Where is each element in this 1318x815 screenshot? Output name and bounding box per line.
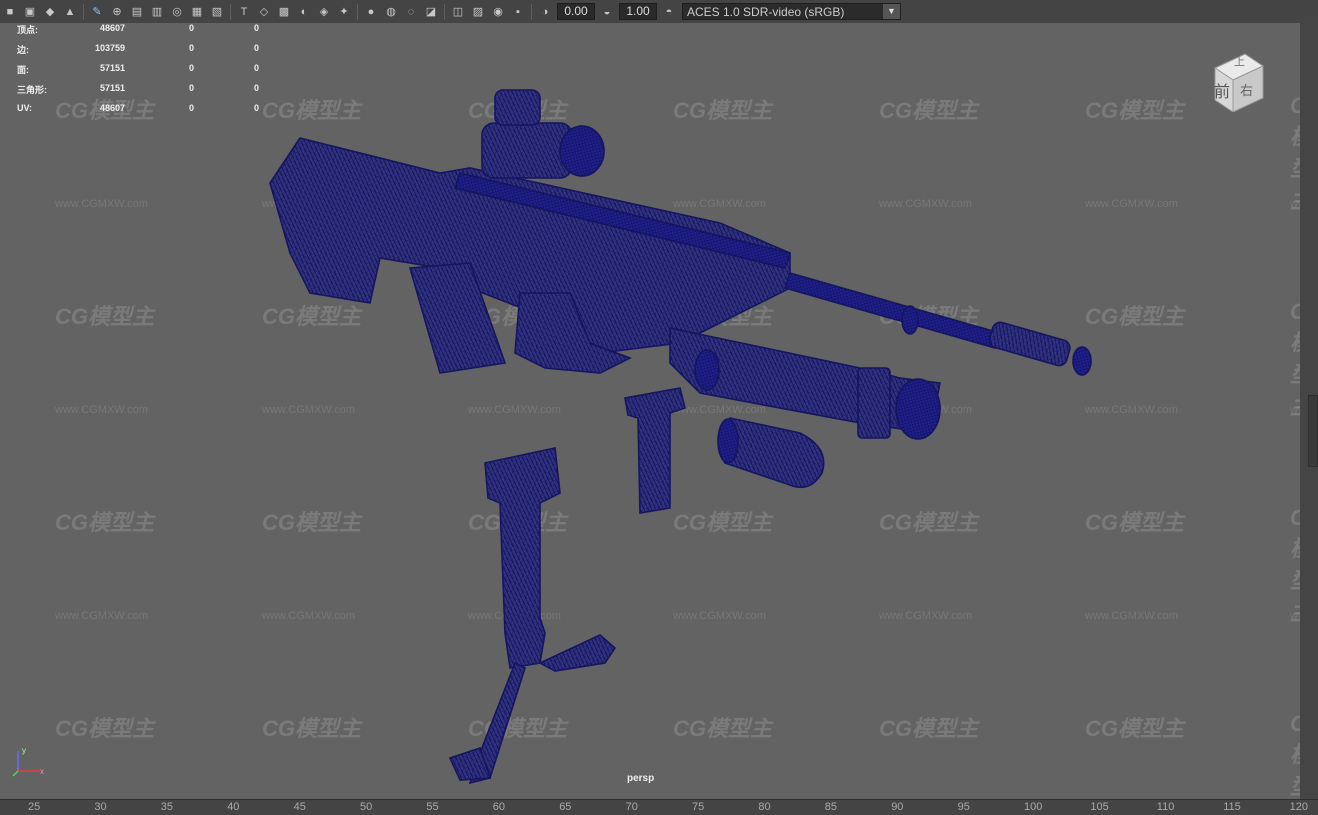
motion-blur-icon[interactable]: ◍ [382,3,400,21]
hud-comp: 0 [253,63,259,73]
timeline-tick-label: 90 [891,801,904,813]
isolate-select-icon[interactable]: ◫ [449,3,467,21]
default-material-icon[interactable]: ▩ [275,3,293,21]
color-space-label: ACES 1.0 SDR-video (sRGB) [687,5,845,19]
view-cube[interactable]: 上 前 右 [1207,50,1269,113]
viewport-toolbar: ■ ▣ ◆ ▲ ✎ ⊕ ▤ ▥ ◎ ▦ ▧ T ◇ ▩ ◐ ◈ ✦ ● ◍ ◌ ◪ ◫ ▨ ◉ ▪ ◑ 0.00 ◒ 1.00 ◓ ACES… [0,0,1318,24]
wireframe-icon[interactable]: T [235,3,253,21]
bookmark-icon[interactable]: ◆ [41,3,59,21]
hud-label: 顶点: [17,25,38,35]
hud-sel: 0 [188,23,194,33]
timeline-tick-label: 50 [360,801,373,813]
image-plane-icon[interactable]: ▲ [61,3,79,21]
safe-action-icon[interactable]: ▦ [188,3,206,21]
depth-of-field-icon[interactable]: ◪ [422,3,440,21]
hud-comp: 0 [253,23,259,33]
hud-value: 48607 [99,103,125,113]
timeline-tick-label: 120 [1289,801,1308,813]
timeline-tick-label: 105 [1090,801,1109,813]
hud-value: 57151 [99,83,125,93]
toolbar-separator [531,3,532,20]
view-cube-top-label[interactable]: 上 [1234,53,1245,69]
grenade-mesh [717,417,825,489]
timeline-tick-label: 110 [1156,801,1175,813]
anti-aliasing-icon[interactable]: ◌ [402,3,420,21]
hud-sel: 0 [188,83,194,93]
panel-scroll-marker[interactable] [1308,395,1318,467]
ambient-occlusion-icon[interactable]: ● [362,3,380,21]
hud-value: 57151 [99,63,125,73]
timeline-tick-label: 100 [1024,801,1043,813]
hud-comp: 0 [253,103,259,113]
xray-joints-icon[interactable]: ◉ [489,3,507,21]
toolbar-separator [357,3,358,20]
shadows-icon[interactable]: ✦ [335,3,353,21]
hud-sel: 0 [188,63,194,73]
field-chart-icon[interactable]: ◎ [168,3,186,21]
axis-gizmo: y x [12,746,44,777]
gamma-icon[interactable]: ◒ [598,3,616,21]
model-wireframe [269,89,1092,785]
hud-label: 三角形: [17,85,47,95]
color-space-dropdown[interactable]: ACES 1.0 SDR-video (sRGB) ▼ [682,3,901,20]
rifle-mesh [269,89,1092,440]
exposure-icon[interactable]: ◑ [536,3,554,21]
timeline-tick-label: 75 [692,801,705,813]
chevron-down-icon[interactable]: ▼ [883,4,900,19]
toolbar-separator [83,3,84,20]
hud-comp: 0 [253,83,259,93]
safe-title-icon[interactable]: ▧ [208,3,226,21]
hud-value: 48607 [99,23,125,33]
toolbar-separator [444,3,445,20]
timeline-tick-label: 25 [28,801,41,813]
toolbar-separator [230,3,231,20]
backface-icon[interactable]: ▪ [509,3,527,21]
textured-icon[interactable]: ◐ [295,3,313,21]
gamma-field[interactable]: 1.00 [619,3,657,20]
timeline-tick-label: 95 [957,801,970,813]
hud-label: UV: [17,103,33,113]
right-panel-edge [1300,23,1318,799]
camera-select-icon[interactable]: ■ [1,3,19,21]
xray-icon[interactable]: ▨ [469,3,487,21]
resolution-gate-icon[interactable]: ▤ [128,3,146,21]
bipod-grip-mesh [448,447,617,785]
timeline-tick-label: 60 [492,801,506,813]
camera-label: persp [627,773,655,784]
view-cube-right-label[interactable]: 右 [1240,80,1253,99]
use-all-lights-icon[interactable]: ◈ [315,3,333,21]
view-cube-front-label[interactable]: 前 [1214,78,1230,102]
time-slider-ruler[interactable]: 25 30 35 40 45 50 55 60 65 70 75 80 85 90 95 100 105 110 1… [0,799,1318,815]
hud-value: 103759 [94,43,125,53]
grid-icon[interactable]: ✎ [88,3,106,21]
timeline-tick-label: 40 [227,801,240,813]
hud-label: 面: [17,65,29,75]
hud-sel: 0 [188,103,194,113]
timeline-tick-label: 85 [824,801,838,813]
hud-label: 边: [17,45,29,55]
timeline-tick-label: 30 [94,801,107,813]
svg-text:y: y [22,746,26,755]
timeline-tick-label: 35 [160,801,174,813]
timeline-tick-label: 45 [293,801,306,813]
gate-mask-icon[interactable]: ▥ [148,3,166,21]
smooth-shade-icon[interactable]: ◇ [255,3,273,21]
viewport-persp[interactable]: CG模型主www.CGMXW.comCG模型主www.CGMXW.comCG模型… [0,23,1300,799]
color-management-icon[interactable]: ◓ [660,3,678,21]
hud-comp: 0 [253,43,259,53]
timeline-tick-label: 65 [559,801,572,813]
exposure-field[interactable]: 0.00 [557,3,595,20]
timeline-tick-label: 55 [426,801,439,813]
hud-sel: 0 [188,43,194,53]
camera-attributes-icon[interactable]: ▣ [21,3,39,21]
vertical-grip-mesh [624,387,686,514]
timeline-tick-label: 115 [1223,801,1241,813]
timeline-tick-label: 80 [758,801,771,813]
svg-text:x: x [40,767,44,776]
film-gate-icon[interactable]: ⊕ [108,3,126,21]
timeline-tick-label: 70 [625,801,638,813]
